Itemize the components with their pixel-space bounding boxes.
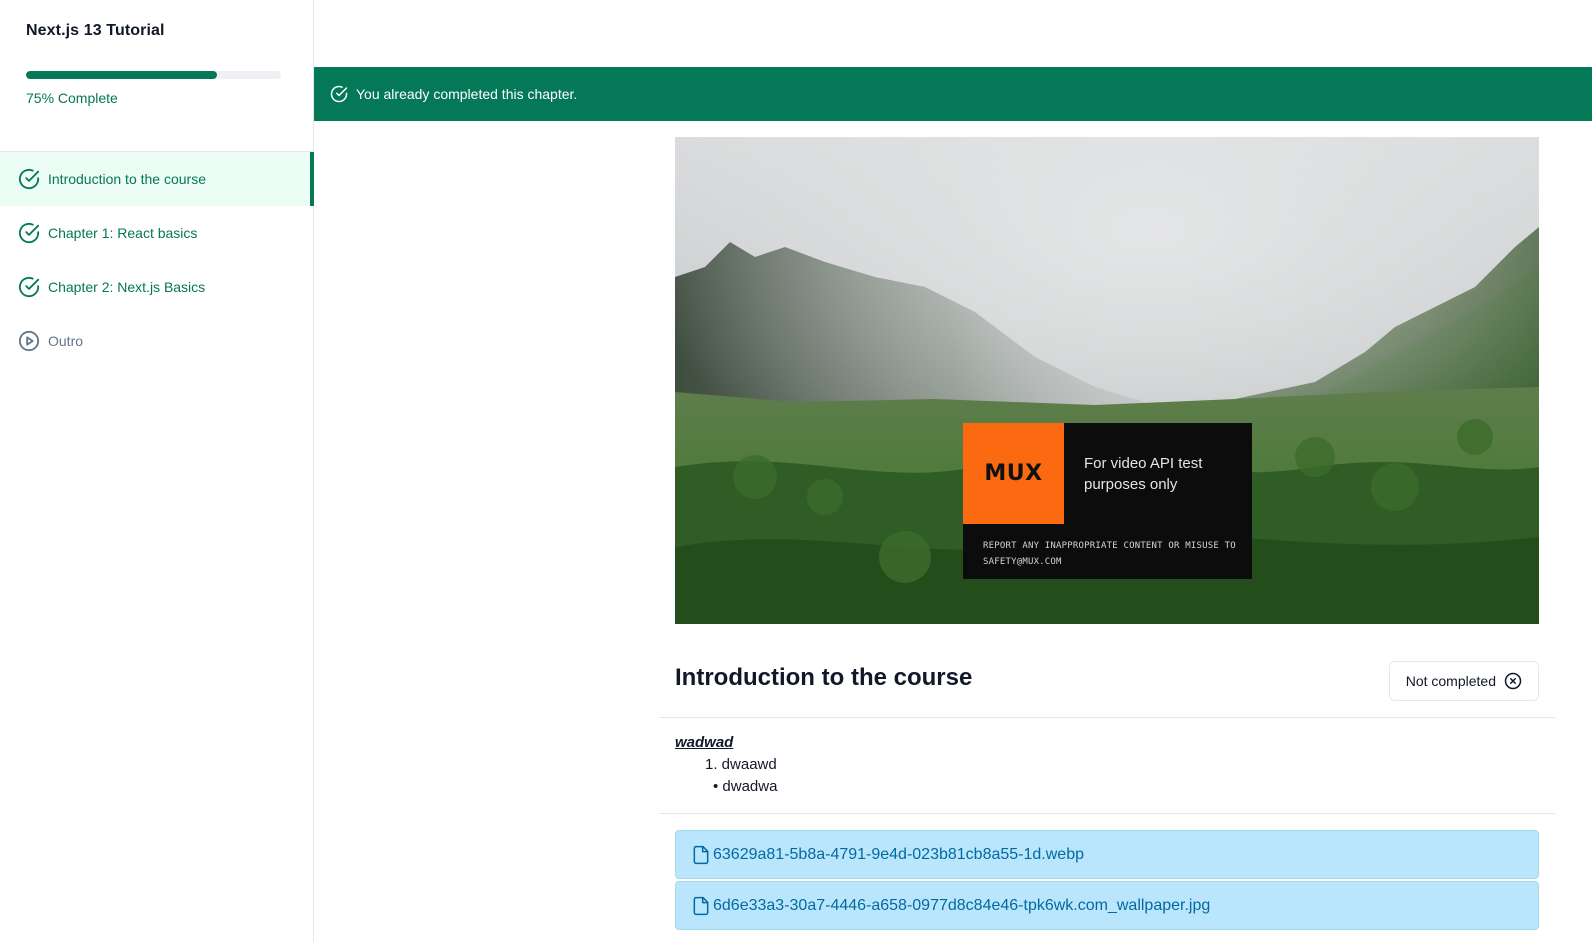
lesson-header: Introduction to the course Not completed	[659, 640, 1555, 718]
sidebar-item-label: Outro	[48, 333, 84, 349]
video-player[interactable]: MUX For video API test purposes only REP…	[675, 137, 1539, 624]
mux-logo: MUX	[963, 423, 1064, 524]
sidebar-item-label: Chapter 2: Next.js Basics	[48, 279, 206, 295]
description-ordered-item: 1. dwaawd	[705, 756, 777, 773]
sidebar-item-chapter-1[interactable]: Chapter 1: React basics	[0, 206, 313, 260]
main-content: You already completed this chapter. MUX …	[314, 0, 1592, 942]
attachment-name: 63629a81-5b8a-4791-9e4d-023b81cb8a55-1d.…	[713, 845, 1084, 863]
progress-bar	[26, 71, 281, 79]
attachment-name: 6d6e33a3-30a7-4446-a658-0977d8c84e46-tpk…	[713, 896, 1211, 914]
progress-bar-fill	[26, 71, 218, 79]
sidebar: Next.js 13 Tutorial 75% Complete Introdu…	[0, 0, 314, 942]
check-circle-icon	[18, 168, 40, 190]
check-circle-icon	[18, 276, 40, 298]
attachment-list: 63629a81-5b8a-4791-9e4d-023b81cb8a55-1d.…	[659, 814, 1555, 930]
lesson-description: wadwad 1. dwaawd • dwadwa	[659, 718, 1555, 814]
file-icon	[691, 895, 711, 917]
chapter-list: Introduction to the course Chapter 1: Re…	[0, 152, 314, 368]
check-circle-icon	[330, 85, 348, 103]
mux-watermark-card: MUX For video API test purposes only REP…	[963, 423, 1252, 579]
status-button-label: Not completed	[1405, 673, 1496, 689]
sidebar-item-chapter-2[interactable]: Chapter 2: Next.js Basics	[0, 260, 313, 314]
check-circle-icon	[18, 222, 40, 244]
page-title: Introduction to the course	[675, 664, 973, 691]
mux-notice: REPORT ANY INAPPROPRIATE CONTENT OR MISU…	[983, 541, 1236, 567]
mux-tagline: For video API test purposes only	[1084, 455, 1203, 493]
description-heading: wadwad	[675, 734, 734, 751]
banner-text: You already completed this chapter.	[356, 86, 578, 102]
sidebar-item-label: Introduction to the course	[48, 171, 206, 187]
file-icon	[691, 844, 711, 866]
sidebar-item-outro[interactable]: Outro	[0, 314, 313, 368]
progress-label: 75% Complete	[26, 90, 118, 106]
play-circle-icon	[18, 330, 40, 352]
attachment-link[interactable]: 6d6e33a3-30a7-4446-a658-0977d8c84e46-tpk…	[675, 881, 1539, 930]
sidebar-item-introduction[interactable]: Introduction to the course	[0, 152, 314, 206]
attachment-link[interactable]: 63629a81-5b8a-4791-9e4d-023b81cb8a55-1d.…	[675, 830, 1539, 879]
sidebar-item-label: Chapter 1: React basics	[48, 225, 198, 241]
x-circle-icon	[1504, 672, 1522, 690]
lesson-content: Introduction to the course Not completed…	[659, 640, 1555, 932]
course-title: Next.js 13 Tutorial	[26, 22, 165, 39]
sidebar-header: Next.js 13 Tutorial 75% Complete	[0, 0, 313, 152]
description-bullet-item: • dwadwa	[713, 778, 778, 795]
mark-not-completed-button[interactable]: Not completed	[1388, 661, 1539, 701]
completion-banner: You already completed this chapter.	[314, 67, 1592, 121]
